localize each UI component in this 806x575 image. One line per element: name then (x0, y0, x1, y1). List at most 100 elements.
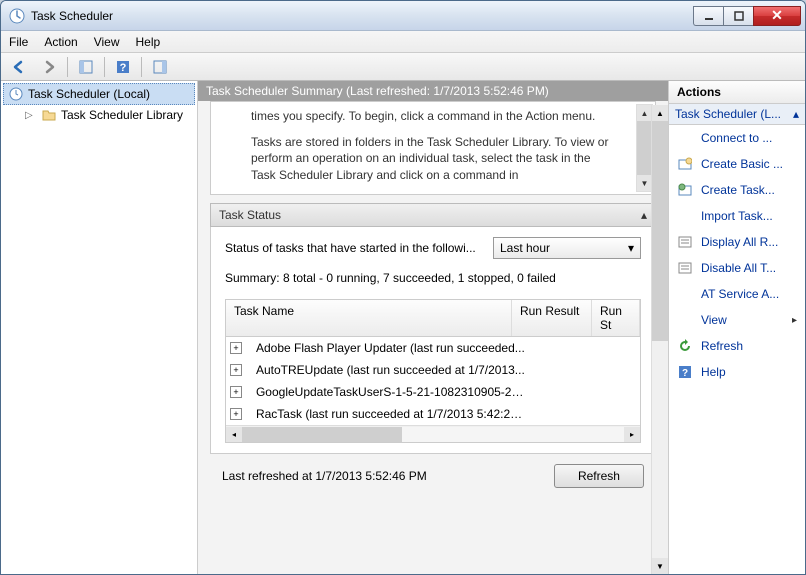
status-filter-row: Status of tasks that have started in the… (225, 237, 641, 259)
help-button[interactable]: ? (111, 56, 135, 78)
action-create-task[interactable]: Create Task... (669, 177, 805, 203)
task-name-cell: RacTask (last run succeeded at 1/7/2013 … (248, 405, 534, 423)
actions-pane: Actions Task Scheduler (L... ▴ Connect t… (668, 81, 805, 574)
actions-group-header[interactable]: Task Scheduler (L... ▴ (669, 104, 805, 125)
action-view[interactable]: View ▸ (669, 307, 805, 333)
action-label: Disable All T... (701, 261, 776, 275)
scroll-thumb[interactable] (242, 427, 402, 442)
menu-view[interactable]: View (94, 35, 120, 49)
tree-root-label: Task Scheduler (Local) (28, 87, 150, 101)
action-disable-all[interactable]: Disable All T... (669, 255, 805, 281)
chevron-down-icon: ▾ (628, 241, 634, 255)
titlebar[interactable]: Task Scheduler ✕ (1, 1, 805, 31)
col-run-start[interactable]: Run St (592, 300, 640, 336)
folder-icon (41, 107, 57, 123)
tree-pane[interactable]: Task Scheduler (Local) ▷ Task Scheduler … (1, 81, 198, 574)
scroll-thumb[interactable] (637, 121, 652, 175)
expand-icon[interactable]: + (230, 342, 242, 354)
action-refresh[interactable]: Refresh (669, 333, 805, 359)
action-at-service[interactable]: AT Service A... (669, 281, 805, 307)
action-connect[interactable]: Connect to ... (669, 125, 805, 151)
tree-child[interactable]: ▷ Task Scheduler Library (3, 105, 195, 125)
action-import[interactable]: Import Task... (669, 203, 805, 229)
tree-root[interactable]: Task Scheduler (Local) (3, 83, 195, 105)
action-label: Display All R... (701, 235, 778, 249)
action-help[interactable]: ? Help (669, 359, 805, 385)
actions-group-label: Task Scheduler (L... (675, 107, 781, 121)
show-hide-tree-button[interactable] (74, 56, 98, 78)
actions-header: Actions (669, 81, 805, 104)
action-display-all[interactable]: Display All R... (669, 229, 805, 255)
toolbar-separator (141, 57, 142, 77)
expand-icon[interactable]: + (230, 364, 242, 376)
refresh-button[interactable]: Refresh (554, 464, 644, 488)
scroll-down-icon[interactable]: ▼ (652, 558, 668, 574)
list-icon (677, 234, 693, 250)
submenu-arrow-icon: ▸ (792, 315, 797, 326)
collapse-icon[interactable]: ▴ (793, 107, 799, 121)
last-refreshed-text: Last refreshed at 1/7/2013 5:52:46 PM (222, 469, 427, 483)
scroll-down-icon[interactable]: ▼ (637, 175, 652, 191)
table-row[interactable]: +AutoTREUpdate (last run succeeded at 1/… (226, 359, 640, 381)
window: Task Scheduler ✕ File Action View Help ?… (0, 0, 806, 575)
action-label: AT Service A... (701, 287, 779, 301)
col-run-result[interactable]: Run Result (512, 300, 592, 336)
status-filter-label: Status of tasks that have started in the… (225, 241, 485, 255)
maximize-button[interactable] (723, 6, 753, 26)
window-buttons: ✕ (693, 6, 801, 26)
scroll-track[interactable] (242, 427, 624, 442)
menu-file[interactable]: File (9, 35, 28, 49)
action-label: Create Task... (701, 183, 775, 197)
action-label: Create Basic ... (701, 157, 783, 171)
dropdown-value: Last hour (500, 241, 550, 255)
list-icon (677, 260, 693, 276)
menu-help[interactable]: Help (136, 35, 161, 49)
overview-text-2: Tasks are stored in folders in the Task … (251, 134, 615, 183)
tree-expand-icon[interactable]: ▷ (25, 110, 37, 121)
table-body: + Adobe Flash Player Updater (last run su… (226, 337, 640, 425)
collapse-icon[interactable]: ▴ (641, 208, 647, 222)
status-summary: Summary: 8 total - 0 running, 7 succeede… (225, 271, 641, 285)
center-scrollbar[interactable]: ▲ ▼ (651, 105, 668, 574)
expand-icon[interactable]: + (230, 408, 242, 420)
show-hide-action-button[interactable] (148, 56, 172, 78)
svg-text:?: ? (120, 62, 127, 74)
scroll-up-icon[interactable]: ▲ (637, 105, 652, 121)
table-row[interactable]: + Adobe Flash Player Updater (last run su… (226, 337, 640, 359)
table-row[interactable]: + RacTask (last run succeeded at 1/7/2013… (226, 403, 640, 425)
scroll-left-icon[interactable]: ◂ (226, 427, 242, 442)
table-row[interactable]: +GoogleUpdateTaskUserS-1-5-21-1082310905… (226, 381, 640, 403)
task-table: Task Name Run Result Run St + Adobe Flash… (225, 299, 641, 443)
task-status-header[interactable]: Task Status ▴ (210, 203, 656, 227)
scroll-track[interactable] (652, 341, 668, 558)
close-button[interactable]: ✕ (753, 6, 801, 26)
svg-text:?: ? (682, 368, 688, 379)
action-label: Help (701, 365, 726, 379)
action-label: Import Task... (701, 209, 773, 223)
scroll-up-icon[interactable]: ▲ (652, 105, 668, 121)
task-name-cell: Adobe Flash Player Updater (last run suc… (248, 339, 534, 357)
table-header: Task Name Run Result Run St (226, 300, 640, 337)
app-icon (9, 8, 25, 24)
h-scrollbar[interactable]: ◂ ▸ (226, 425, 640, 442)
scroll-right-icon[interactable]: ▸ (624, 427, 640, 442)
task-icon (677, 182, 693, 198)
action-label: View (701, 313, 727, 327)
footer-row: Last refreshed at 1/7/2013 5:52:46 PM Re… (210, 454, 656, 498)
toolbar-separator (104, 57, 105, 77)
forward-button[interactable] (37, 56, 61, 78)
action-create-basic[interactable]: Create Basic ... (669, 151, 805, 177)
blank-icon (677, 130, 693, 146)
refresh-icon (677, 338, 693, 354)
col-task-name[interactable]: Task Name (226, 300, 512, 336)
title-text: Task Scheduler (31, 9, 693, 23)
scroll-thumb[interactable] (652, 121, 668, 341)
overview-text-1: times you specify. To begin, click a com… (251, 108, 615, 124)
time-range-dropdown[interactable]: Last hour ▾ (493, 237, 641, 259)
task-status-box: Status of tasks that have started in the… (210, 227, 656, 454)
menu-action[interactable]: Action (44, 35, 77, 49)
back-button[interactable] (7, 56, 31, 78)
minimize-button[interactable] (693, 6, 723, 26)
expand-icon[interactable]: + (230, 386, 242, 398)
body: Task Scheduler (Local) ▷ Task Scheduler … (1, 81, 805, 574)
